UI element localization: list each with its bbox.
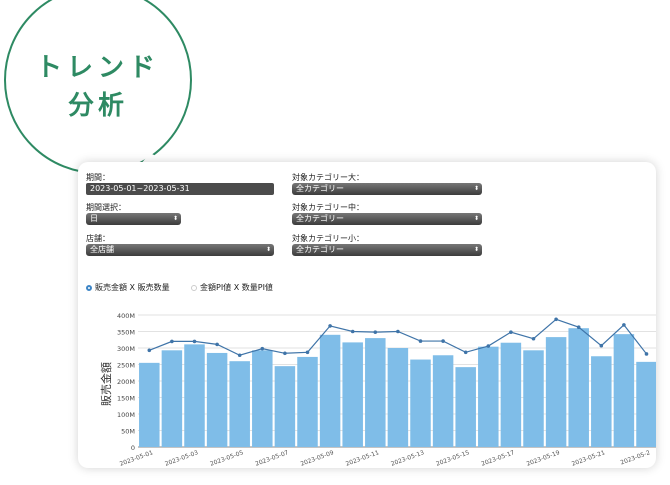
x-tick-label: 2023-05-01	[119, 449, 154, 468]
line-point[interactable]	[170, 339, 174, 344]
bar[interactable]	[206, 352, 228, 447]
bar[interactable]	[342, 342, 363, 447]
line-point[interactable]	[260, 346, 265, 351]
line-point[interactable]	[418, 339, 423, 343]
y-tick-label: 250M	[117, 362, 135, 370]
bar[interactable]	[229, 361, 250, 447]
badge-title-line2: 分析	[67, 91, 128, 121]
bar[interactable]	[297, 356, 318, 447]
bar[interactable]	[410, 359, 431, 447]
y-tick-label: 150M	[117, 395, 135, 403]
bar[interactable]	[387, 348, 409, 447]
y-tick-label: 200M	[117, 378, 135, 386]
line-point[interactable]	[283, 351, 287, 356]
x-tick-label: 2023-05-15	[435, 449, 470, 468]
line-point[interactable]	[237, 353, 242, 358]
line-point[interactable]	[328, 324, 332, 328]
bar[interactable]	[252, 350, 273, 447]
bar[interactable]	[184, 344, 205, 447]
bar[interactable]	[591, 356, 612, 447]
x-tick-label: 2023-05-05	[209, 449, 244, 468]
line-point[interactable]	[576, 325, 581, 330]
line-point[interactable]	[463, 350, 468, 355]
bar[interactable]	[478, 346, 499, 447]
bar[interactable]	[432, 355, 454, 447]
x-tick-label: 2023-05-17	[480, 449, 515, 468]
line-point[interactable]	[599, 343, 604, 348]
line-point[interactable]	[441, 339, 445, 343]
y-tick-label: 350M	[117, 329, 135, 337]
bar[interactable]	[161, 350, 183, 447]
trend-badge: トレンド 分析	[4, 50, 192, 126]
line-point[interactable]	[644, 352, 649, 356]
y-tick-label: 100M	[117, 411, 135, 419]
x-tick-label: 2023-05-13	[390, 449, 425, 468]
x-tick-label: 2023-05-21	[571, 449, 606, 468]
bar[interactable]	[365, 338, 386, 447]
line-point[interactable]	[147, 348, 152, 353]
bar[interactable]	[636, 361, 656, 447]
x-tick-label: 2023-05-19	[526, 449, 561, 468]
badge-title-line1: トレンド	[35, 53, 160, 83]
x-tick-label: 2023-05-07	[254, 449, 289, 468]
line-point[interactable]	[531, 336, 536, 341]
bar[interactable]	[455, 367, 476, 447]
line-point[interactable]	[350, 329, 355, 334]
line-point[interactable]	[509, 330, 513, 334]
bar[interactable]	[545, 337, 567, 447]
bar[interactable]	[613, 334, 635, 447]
line-point[interactable]	[486, 344, 491, 348]
sales-chart: 0 50M 100M 150M 200M 250M 300M 350M 400M 2023-05…	[99, 312, 656, 468]
bar[interactable]	[568, 328, 589, 447]
line-point[interactable]	[305, 350, 310, 355]
x-tick-label: 2023-05-03	[164, 449, 199, 468]
line-point[interactable]	[554, 317, 558, 322]
y-tick-label: 50M	[121, 428, 135, 436]
bar[interactable]	[274, 366, 296, 447]
line-point[interactable]	[622, 323, 626, 327]
bar[interactable]	[319, 334, 341, 447]
x-tick-label: 2023-05-11	[345, 449, 380, 468]
line-point[interactable]	[215, 342, 219, 347]
y-tick-label: 400M	[117, 312, 135, 320]
x-tick-label: 2023-05-2	[620, 449, 652, 466]
bar[interactable]	[523, 350, 544, 447]
y-axis-label: 販売金額	[99, 362, 113, 406]
y-tick-label: 0	[131, 444, 135, 452]
x-tick-label: 2023-05-09	[300, 449, 335, 468]
line-point[interactable]	[373, 330, 378, 334]
y-tick-label: 300M	[117, 345, 135, 353]
line-point[interactable]	[192, 339, 197, 344]
bar[interactable]	[139, 362, 160, 447]
line-point[interactable]	[396, 329, 400, 334]
bar[interactable]	[500, 342, 522, 447]
dashboard-card: 期間： 2023-05-01~2023-05-31 期間選択： 日 ⬍ 店舗： …	[78, 162, 656, 468]
